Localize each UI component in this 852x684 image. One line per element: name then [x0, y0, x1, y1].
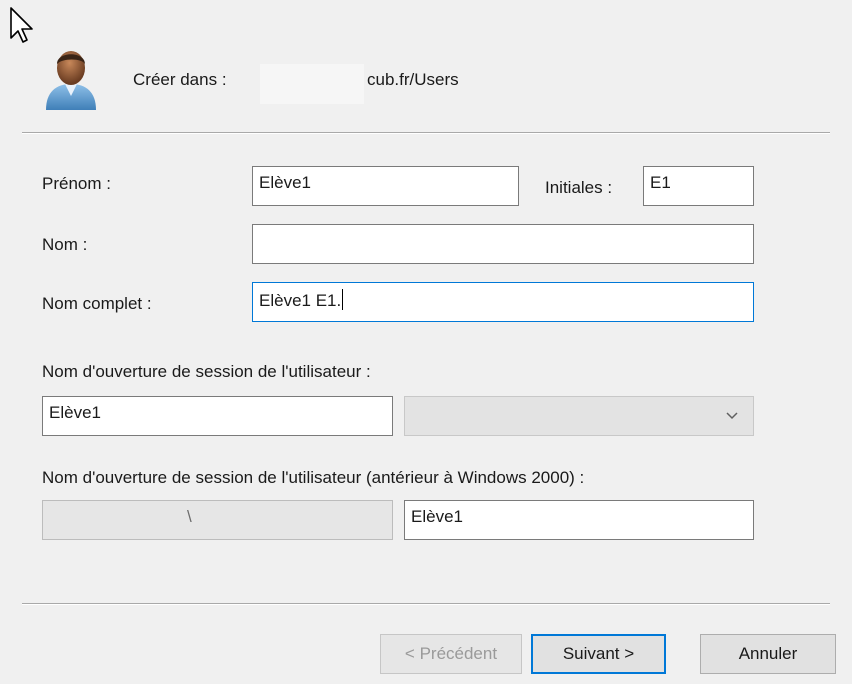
create-in-label: Créer dans : [133, 70, 227, 89]
pre2000-name-input[interactable]: Elève1 [404, 500, 754, 540]
logon-name-input[interactable]: Elève1 [42, 396, 393, 436]
first-name-input[interactable]: Elève1 [252, 166, 519, 206]
full-name-label: Nom complet : [42, 294, 152, 313]
previous-button[interactable]: < Précédent [380, 634, 522, 674]
next-button[interactable]: Suivant > [531, 634, 666, 674]
initials-label: Initiales : [545, 178, 613, 197]
create-in-path: cub.fr/Users [367, 70, 459, 89]
cancel-button[interactable]: Annuler [700, 634, 836, 674]
chevron-down-icon [726, 412, 738, 420]
pre2000-label: Nom d'ouverture de session de l'utilisat… [42, 468, 585, 487]
first-name-label: Prénom : [42, 174, 111, 193]
last-name-label: Nom : [42, 235, 88, 254]
pre2000-domain-input: \ [42, 500, 393, 540]
separator-bottom [22, 603, 830, 605]
last-name-input[interactable] [252, 224, 754, 264]
upn-suffix-select[interactable] [404, 396, 754, 436]
mouse-pointer-icon [10, 7, 33, 43]
separator-top [22, 132, 830, 134]
redacted-area [260, 64, 364, 104]
user-icon [46, 51, 96, 110]
text-caret [342, 289, 344, 310]
initials-input[interactable]: E1 [643, 166, 754, 206]
logon-name-label: Nom d'ouverture de session de l'utilisat… [42, 362, 371, 381]
full-name-input[interactable]: Elève1 E1. [252, 282, 754, 322]
